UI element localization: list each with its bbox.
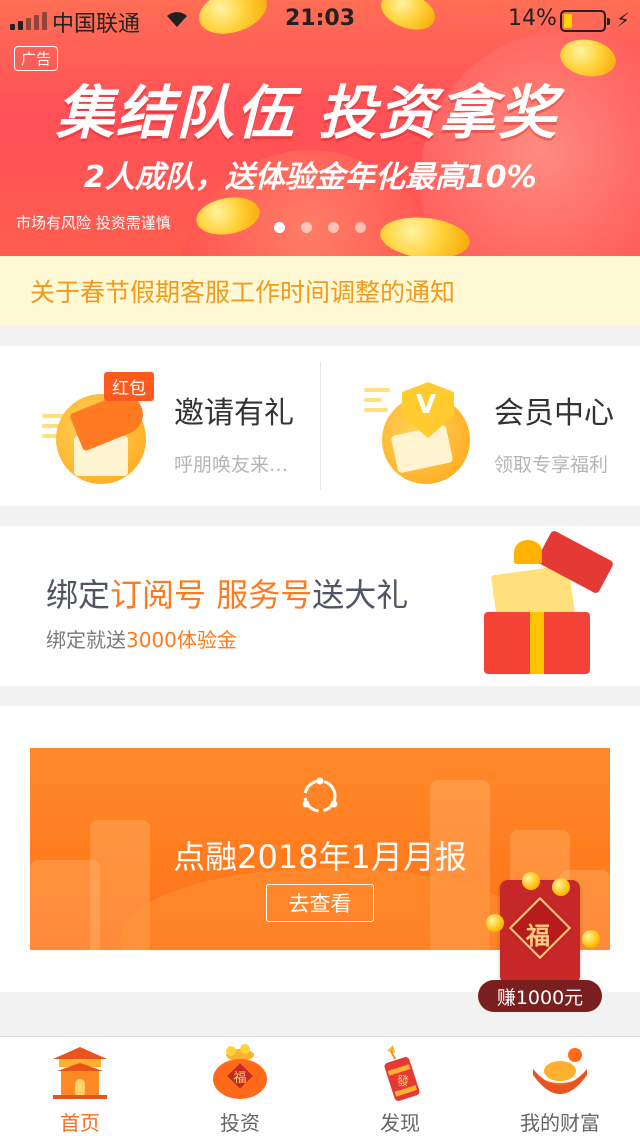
tab-label: 首页 [60, 1111, 100, 1135]
banner-subtitle: 2人成队，送体验金年化最高10% [84, 160, 537, 195]
feature-title: 会员中心 [494, 396, 614, 431]
report-title: 点融2018年1月月报 [173, 838, 467, 876]
svg-text:發: 發 [397, 1073, 409, 1088]
firecracker-icon: 發 [384, 1045, 420, 1101]
battery-icon [560, 10, 610, 32]
ad-tag: 广告 [14, 46, 59, 71]
status-bar: 中国联通 21:03 14% ⚡ [0, 0, 640, 40]
fu-glyph: 福 [526, 922, 550, 950]
gold-ingot-icon [533, 1048, 587, 1094]
bottom-tab-bar: 首页 福 投资 發 发现 我的财富 [0, 1036, 640, 1136]
view-report-button[interactable]: 去查看 [266, 884, 374, 922]
coin-icon [522, 872, 540, 890]
palace-icon [53, 1047, 107, 1099]
gift-box-icon [462, 529, 615, 680]
risk-notice: 市场有风险 投资需谨慎 [16, 214, 171, 232]
tab-label: 发现 [380, 1111, 420, 1135]
bind-prefix: 绑定 [46, 576, 111, 614]
svg-text:福: 福 [233, 1071, 246, 1086]
announcement-bar[interactable]: 关于春节假期客服工作时间调整的通知 [0, 256, 640, 326]
tab-my-wealth[interactable]: 我的财富 [480, 1037, 640, 1136]
coin-icon [582, 930, 600, 948]
feature-row: 红包 邀请有礼 呼朋唤友来… V 会员中心 领取专享福利 [0, 346, 640, 506]
tab-label: 投资 [220, 1111, 260, 1135]
bind-subtitle: 绑定就送3000体验金 [46, 624, 237, 653]
bind-service: 服务号 [216, 576, 313, 614]
invite-reward-entry[interactable]: 红包 邀请有礼 呼朋唤友来… [0, 346, 320, 506]
coin-icon [552, 878, 570, 896]
tab-discover[interactable]: 發 发现 [320, 1037, 480, 1136]
floating-red-packet[interactable]: 福 赚1000元 [478, 872, 604, 1012]
bind-account-card[interactable]: 绑定订阅号 服务号送大礼 绑定就送3000体验金 [0, 526, 640, 686]
charging-icon: ⚡ [616, 8, 631, 32]
vip-shield-icon: V [364, 374, 482, 484]
bind-subscription: 订阅号 [110, 576, 207, 614]
coin-icon [486, 914, 504, 932]
megaphone-gift-icon: 红包 [42, 372, 162, 484]
tab-invest[interactable]: 福 投资 [160, 1037, 320, 1136]
banner-title: 集结队伍 投资拿奖 [56, 79, 559, 147]
bind-headline: 绑定订阅号 服务号送大礼 [46, 570, 408, 616]
member-center-entry[interactable]: V 会员中心 领取专享福利 [320, 346, 640, 506]
carousel-dot[interactable] [301, 222, 312, 233]
money-bag-icon: 福 [213, 1044, 267, 1099]
tab-label: 我的财富 [520, 1111, 600, 1135]
carousel-dots [274, 222, 366, 233]
earn-label: 赚1000元 [478, 980, 602, 1012]
tab-home[interactable]: 首页 [0, 1037, 160, 1136]
carousel-dot[interactable] [328, 222, 339, 233]
carousel-dot[interactable] [355, 222, 366, 233]
carousel-dot[interactable] [274, 222, 285, 233]
feature-desc: 呼朋唤友来… [174, 454, 289, 476]
announcement-text: 关于春节假期客服工作时间调整的通知 [30, 278, 456, 307]
bind-sub-prefix: 绑定就送 [46, 628, 126, 652]
feature-desc: 领取专享福利 [494, 454, 609, 476]
bind-suffix: 送大礼 [312, 576, 409, 614]
dianrong-logo-icon [302, 777, 338, 813]
bind-sub-amount: 3000体验金 [126, 628, 237, 652]
red-packet-tag: 红包 [104, 372, 154, 401]
feature-title: 邀请有礼 [174, 396, 294, 431]
battery-percent: 14% [508, 6, 557, 31]
